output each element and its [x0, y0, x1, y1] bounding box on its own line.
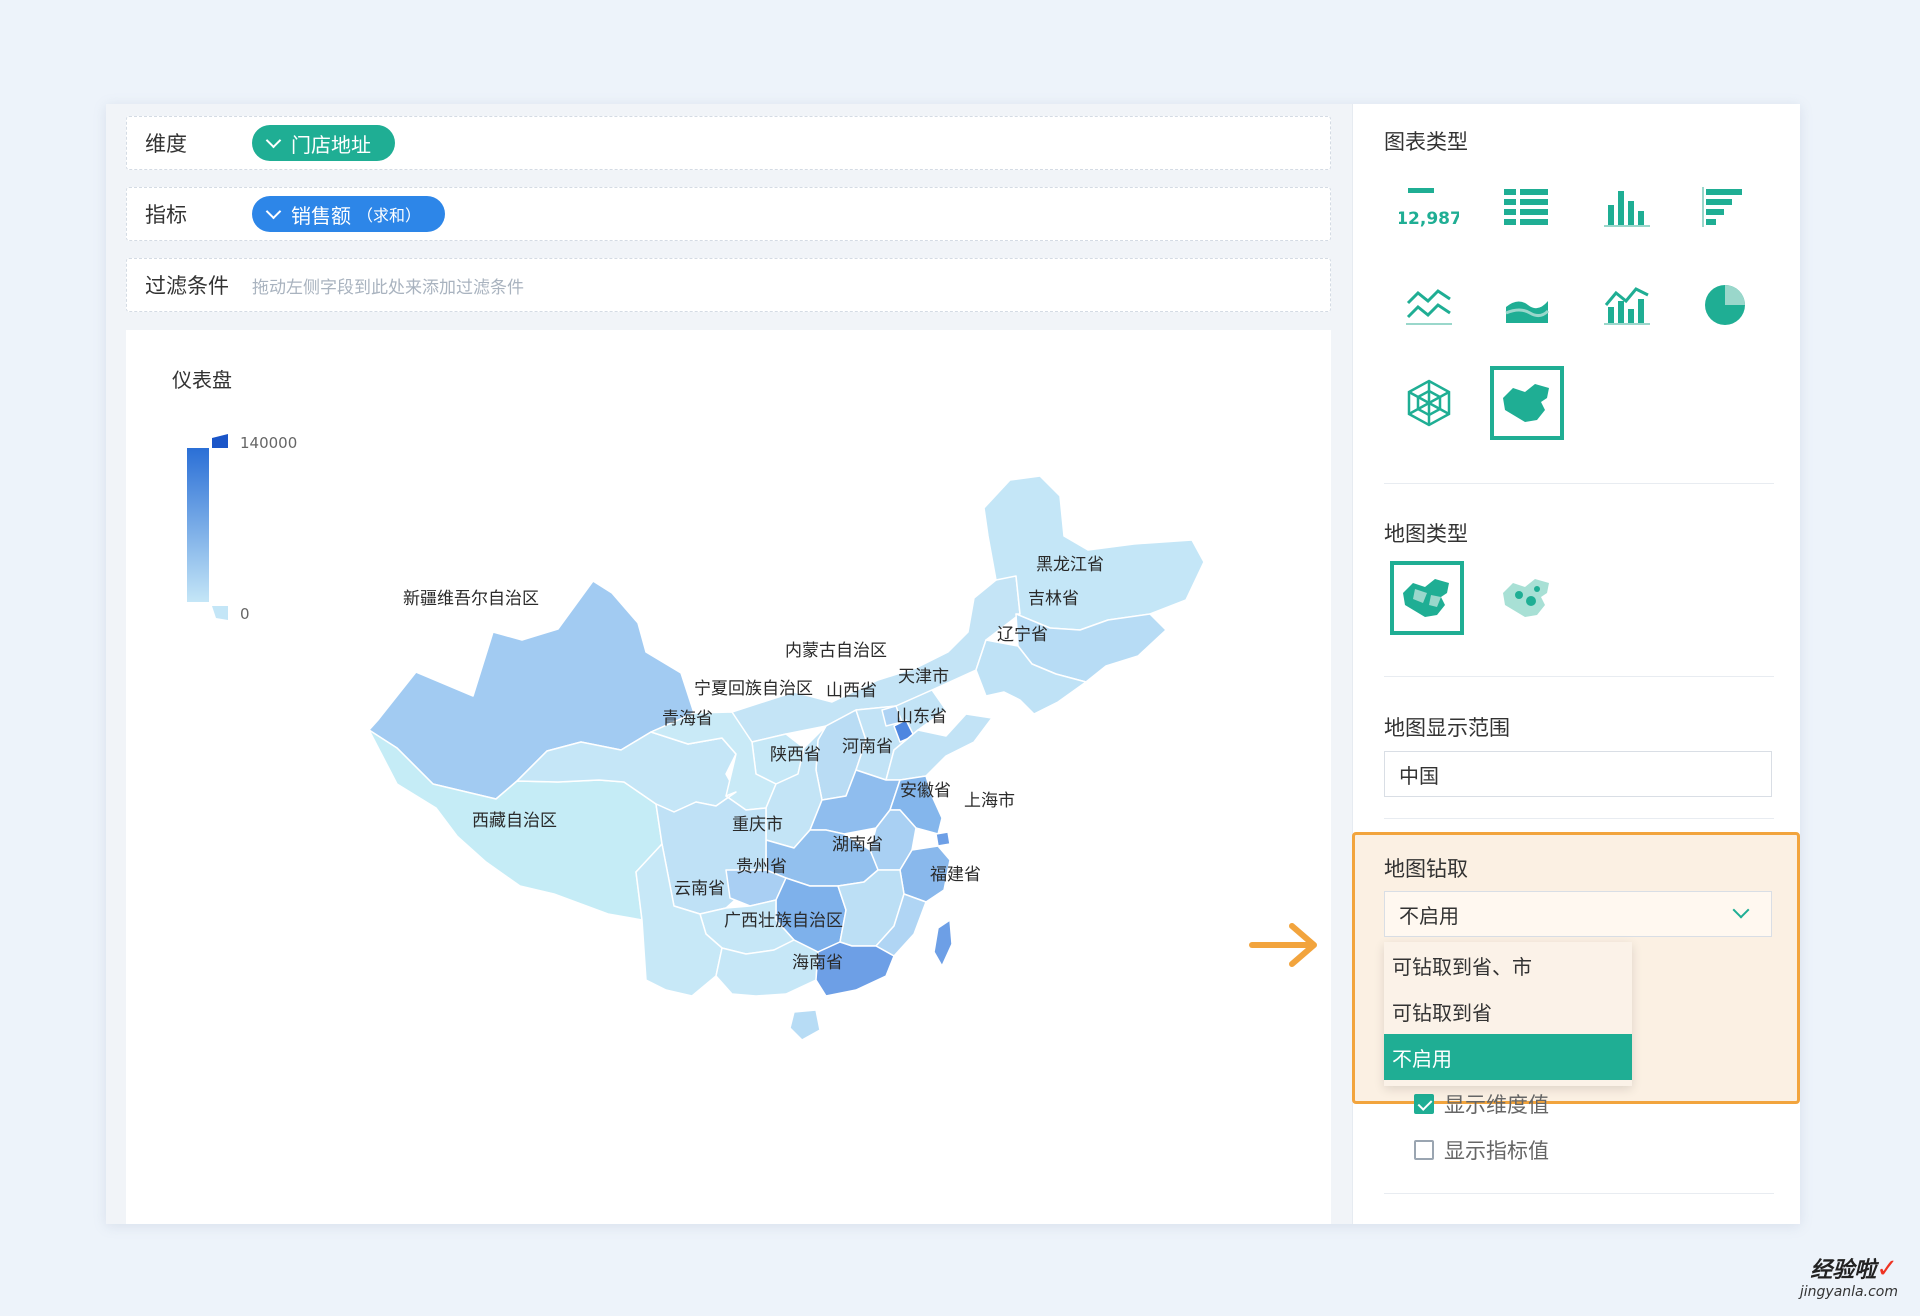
- divider: [1384, 1193, 1774, 1194]
- divider: [1384, 676, 1774, 677]
- drill-select[interactable]: 不启用: [1384, 891, 1772, 937]
- label-shandong: 山东省: [896, 707, 947, 727]
- region-shanghai: [935, 831, 951, 847]
- bar-chart-icon[interactable]: [1590, 170, 1664, 244]
- label-yunnan: 云南省: [674, 879, 725, 899]
- checkmark-icon: ✓: [1876, 1254, 1898, 1284]
- label-heilongjiang: 黑龙江省: [1036, 555, 1104, 575]
- drill-title: 地图钻取: [1384, 857, 1468, 881]
- arrow-right-icon: [1249, 923, 1317, 967]
- area-chart-icon[interactable]: [1490, 268, 1564, 342]
- checkbox-icon[interactable]: [1414, 1140, 1434, 1160]
- drill-dropdown: 可钻取到省、市 可钻取到省 不启用: [1384, 942, 1632, 1086]
- map-type-title: 地图类型: [1384, 522, 1468, 546]
- label-liaoning: 辽宁省: [997, 625, 1048, 645]
- map-range-input[interactable]: 中国: [1384, 751, 1772, 797]
- label-shanxi: 山西省: [826, 681, 877, 701]
- region-taiwan: [933, 919, 953, 967]
- dimension-label: 维度: [145, 132, 187, 156]
- chart-type-title: 图表类型: [1384, 130, 1468, 154]
- region-hainan: [789, 1009, 821, 1041]
- drill-option-disabled[interactable]: 不启用: [1384, 1034, 1632, 1080]
- label-qinghai: 青海省: [662, 709, 713, 729]
- dimension-row[interactable]: 维度 门店地址: [126, 116, 1331, 170]
- map-chart-icon[interactable]: [1490, 366, 1564, 440]
- label-anhui: 安徽省: [900, 781, 951, 801]
- chart-editor-area: 维度 门店地址 指标 销售额 （求和） 过滤条件 拖动左侧字段到此处来添加过滤条…: [106, 104, 1352, 1224]
- bubble-map-icon[interactable]: [1490, 561, 1564, 635]
- filter-label: 过滤条件: [145, 274, 229, 298]
- filter-placeholder: 拖动左侧字段到此处来添加过滤条件: [252, 277, 524, 298]
- choropleth-map-icon[interactable]: [1390, 561, 1464, 635]
- label-neimenggu: 内蒙古自治区: [785, 641, 887, 661]
- label-jilin: 吉林省: [1028, 589, 1079, 609]
- show-dimension-option[interactable]: 显示维度值: [1414, 1089, 1549, 1119]
- label-guangxi: 广西壮族自治区: [724, 911, 843, 931]
- drill-option-province-city[interactable]: 可钻取到省、市: [1384, 942, 1632, 988]
- label-ningxia: 宁夏回族自治区: [694, 679, 813, 699]
- label-shaanxi: 陕西省: [770, 745, 821, 765]
- map-range-title: 地图显示范围: [1384, 716, 1510, 740]
- filter-row[interactable]: 过滤条件 拖动左侧字段到此处来添加过滤条件: [126, 258, 1331, 312]
- label-chongqing: 重庆市: [732, 815, 783, 835]
- metric-aggregation: （求和）: [357, 206, 422, 225]
- show-metric-label: 显示指标值: [1444, 1139, 1549, 1163]
- china-map[interactable]: [126, 330, 1331, 1224]
- combo-chart-icon[interactable]: [1590, 268, 1664, 342]
- divider: [1384, 818, 1774, 819]
- show-dimension-label: 显示维度值: [1444, 1093, 1549, 1117]
- label-fujian: 福建省: [930, 865, 981, 885]
- dimension-pill[interactable]: 门店地址: [252, 125, 395, 161]
- label-guizhou: 贵州省: [736, 857, 787, 877]
- chevron-down-icon: [265, 203, 282, 219]
- chevron-down-icon: [1732, 901, 1750, 919]
- watermark-text: 经验啦: [1810, 1258, 1877, 1283]
- map-chart: 仪表盘 140000 0 新疆维吾尔自治区 西藏自治区 青海省 内蒙古自治区 黑…: [126, 330, 1331, 1224]
- pie-chart-icon[interactable]: [1688, 268, 1762, 342]
- kpi-number: 12,987: [1399, 209, 1459, 229]
- line-chart-icon[interactable]: [1392, 268, 1466, 342]
- label-xizang: 西藏自治区: [472, 811, 557, 831]
- watermark: 经验啦✓ jingyanla.com: [1800, 1252, 1898, 1300]
- map-range-value: 中国: [1399, 763, 1439, 788]
- label-xinjiang: 新疆维吾尔自治区: [403, 589, 539, 609]
- kpi-icon[interactable]: 12,987: [1392, 170, 1466, 244]
- label-hainan: 海南省: [792, 953, 843, 973]
- chevron-down-icon: [265, 132, 282, 148]
- metric-pill-label: 销售额: [291, 203, 351, 228]
- metric-label: 指标: [145, 203, 187, 227]
- show-metric-option[interactable]: 显示指标值: [1414, 1135, 1549, 1165]
- divider: [1384, 483, 1774, 484]
- metric-row[interactable]: 指标 销售额 （求和）: [126, 187, 1331, 241]
- label-shanghai: 上海市: [964, 791, 1015, 811]
- table-icon[interactable]: [1490, 170, 1564, 244]
- drill-select-value: 不启用: [1399, 903, 1459, 928]
- watermark-url: jingyanla.com: [1799, 1284, 1898, 1300]
- label-tianjin: 天津市: [898, 667, 949, 687]
- dimension-pill-label: 门店地址: [291, 132, 371, 157]
- checkbox-checked-icon[interactable]: [1414, 1094, 1434, 1114]
- radar-chart-icon[interactable]: [1392, 366, 1466, 440]
- drill-option-province[interactable]: 可钻取到省: [1384, 988, 1632, 1034]
- label-henan: 河南省: [842, 737, 893, 757]
- horizontal-bar-icon[interactable]: [1688, 170, 1762, 244]
- label-hunan: 湖南省: [832, 835, 883, 855]
- metric-pill[interactable]: 销售额 （求和）: [252, 196, 446, 232]
